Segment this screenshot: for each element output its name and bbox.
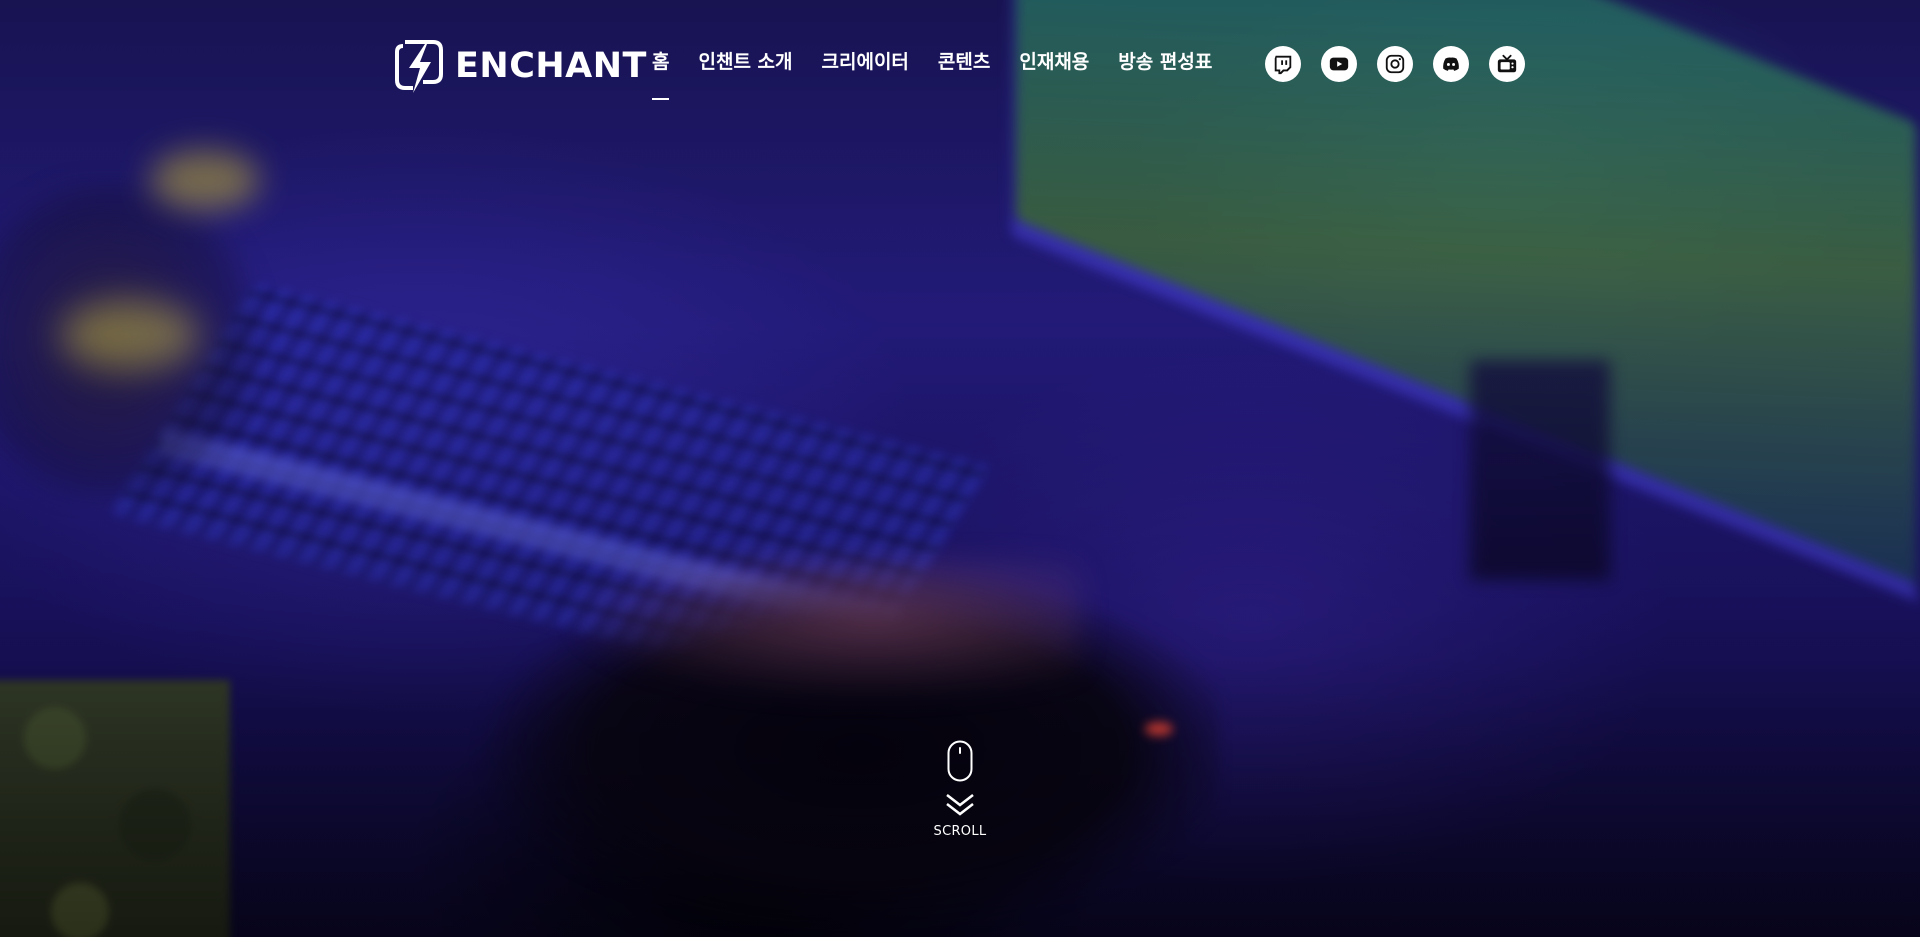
brand-name: ENCHANT <box>455 46 647 86</box>
nav-item-recruit[interactable]: 인재채용 <box>1019 46 1089 78</box>
main-nav: 홈 인챈트 소개 크리에이터 콘텐츠 인재채용 방송 편성표 <box>652 46 1241 100</box>
tv-icon <box>1497 54 1517 73</box>
youtube-link[interactable] <box>1321 46 1357 82</box>
youtube-icon <box>1329 57 1349 71</box>
scroll-indicator[interactable]: SCROLL <box>930 740 990 860</box>
twitch-link[interactable] <box>1265 46 1301 82</box>
scroll-label: SCROLL <box>933 824 987 839</box>
instagram-icon <box>1385 54 1405 74</box>
social-links <box>1265 46 1545 82</box>
tv-link[interactable] <box>1489 46 1525 82</box>
site-header: ENCHANT 홈 인챈트 소개 크리에이터 콘텐츠 인재채용 방송 편성표 <box>0 0 1920 110</box>
discord-link[interactable] <box>1433 46 1469 82</box>
lightning-logo-icon <box>395 40 443 93</box>
nav-item-creators[interactable]: 크리에이터 <box>822 46 909 78</box>
nav-item-about[interactable]: 인챈트 소개 <box>698 46 792 78</box>
nav-item-home[interactable]: 홈 <box>652 46 670 100</box>
enchant-logo-link[interactable]: ENCHANT <box>393 38 647 94</box>
nav-item-contents[interactable]: 콘텐츠 <box>938 46 990 78</box>
twitch-icon <box>1274 55 1292 75</box>
instagram-link[interactable] <box>1377 46 1413 82</box>
nav-item-schedule[interactable]: 방송 편성표 <box>1118 46 1212 78</box>
double-chevron-down-icon <box>946 794 974 816</box>
mouse-icon <box>947 740 973 782</box>
discord-icon <box>1443 57 1459 71</box>
